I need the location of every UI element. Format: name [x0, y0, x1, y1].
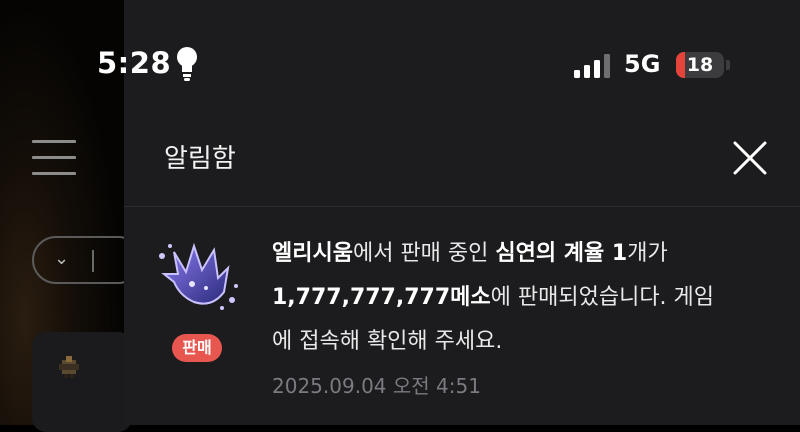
background-card: [32, 332, 132, 432]
chevron-down-icon: ⌄: [54, 248, 70, 269]
divider: [92, 250, 94, 272]
sale-badge: 판매: [172, 334, 222, 362]
status-time: 5:28: [97, 46, 172, 80]
battery-level: 18: [686, 54, 714, 76]
panel-title: 알림함: [164, 144, 236, 174]
battery-indicator: 18: [676, 52, 724, 78]
battery-cap: [726, 60, 730, 70]
message-text: 에 접속해 확인해 주세요.: [272, 329, 503, 354]
message-text: 에 판매되었습니다. 게임: [490, 285, 715, 310]
notification-message[interactable]: 엘리시움에서 판매 중인 심연의 계율 1개가 1,777,777,777메소에…: [272, 232, 772, 364]
lightbulb-icon: [177, 47, 197, 81]
message-text: 에서 판매 중인: [352, 241, 496, 266]
signal-icon: [574, 54, 610, 78]
item-icon: [159, 242, 238, 310]
network-type: 5G: [624, 50, 661, 78]
message-text: 개가: [627, 241, 668, 266]
close-icon[interactable]: [731, 139, 769, 177]
world-name: 엘리시움: [272, 241, 353, 266]
header-divider: [124, 206, 800, 207]
character-icon: [59, 356, 79, 378]
menu-icon: [32, 140, 76, 176]
sale-price: 1,777,777,777메소: [272, 285, 491, 310]
item-name: 심연의 계율 1: [495, 241, 628, 266]
notification-timestamp: 2025.09.04 오전 4:51: [272, 374, 481, 398]
